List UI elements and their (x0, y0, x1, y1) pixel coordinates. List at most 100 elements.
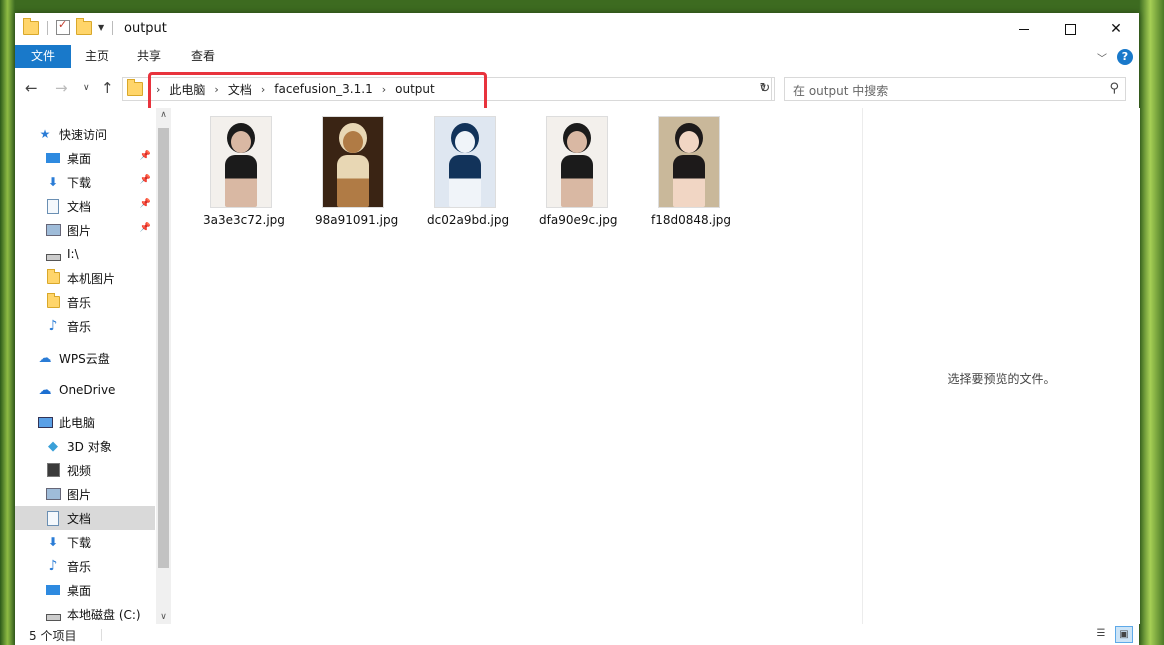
nav-scrollbar[interactable]: ∧ ∨ (156, 108, 171, 624)
nav-local-disk-c[interactable]: 本地磁盘 (C:) (45, 602, 155, 626)
file-name: f18d0848.jpg (651, 213, 732, 227)
nav-downloads-pinned[interactable]: ⬇ 下载 📌 (45, 170, 155, 194)
image-thumbnail (434, 116, 496, 208)
nav-desktop[interactable]: 桌面 (45, 578, 155, 602)
nav-onedrive[interactable]: ☁ OneDrive (37, 378, 155, 402)
title-bar: ▼ output ✕ (15, 13, 1139, 45)
file-item[interactable]: dc02a9bd.jpg (427, 116, 510, 227)
pin-icon: 📌 (139, 151, 151, 161)
customize-toolbar-dropdown-icon[interactable]: ▼ (98, 23, 104, 32)
preview-pane: 选择要预览的文件。 (862, 108, 1140, 624)
quick-access-toolbar: ▼ (23, 17, 115, 35)
file-name: 98a91091.jpg (315, 213, 399, 227)
close-button[interactable]: ✕ (1093, 13, 1139, 45)
video-icon (45, 462, 61, 478)
help-icon[interactable]: ? (1117, 49, 1133, 65)
file-name: dfa90e9c.jpg (539, 213, 618, 227)
image-thumbnail (658, 116, 720, 208)
file-list: 3a3e3c72.jpg 98a91091.jpg dc02a9bd.jpg d… (171, 108, 861, 624)
refresh-button[interactable]: ↻ (756, 77, 775, 101)
desktop-icon (45, 582, 61, 598)
nav-documents-pinned[interactable]: 文档 📌 (45, 194, 155, 218)
nav-3d-objects[interactable]: ◆ 3D 对象 (45, 434, 155, 458)
window-title: output (124, 21, 167, 36)
tab-view[interactable]: 查看 (177, 45, 229, 68)
search-input[interactable]: 在 output 中搜索 ⚲ (784, 77, 1126, 101)
refresh-icon: ↻ (759, 81, 771, 96)
nav-wps-cloud[interactable]: ☁ WPS云盘 (37, 346, 155, 370)
document-icon (45, 198, 61, 214)
details-view-button[interactable]: ☰ (1093, 626, 1109, 641)
expand-ribbon-chevron-icon[interactable]: ﹀ (1097, 50, 1107, 65)
tab-file[interactable]: 文件 (15, 45, 71, 68)
thumbnail-figure-head (567, 131, 587, 153)
nav-this-pc[interactable]: 此电脑 (37, 410, 155, 434)
recent-locations-dropdown[interactable]: ∨ (83, 83, 90, 93)
scroll-down-icon[interactable]: ∨ (156, 612, 171, 622)
file-name: dc02a9bd.jpg (427, 213, 510, 227)
file-item[interactable]: 98a91091.jpg (315, 116, 399, 227)
maximize-icon (1064, 23, 1076, 35)
thumbnail-figure-head (343, 131, 363, 153)
window-controls: ✕ (1001, 13, 1139, 45)
nav-local-pictures[interactable]: 本机图片 (45, 266, 155, 290)
file-item[interactable]: 3a3e3c72.jpg (203, 116, 285, 227)
large-icons-view-button[interactable]: ▣ (1115, 626, 1133, 643)
tab-share[interactable]: 共享 (123, 45, 175, 68)
nav-videos[interactable]: 视频 (45, 458, 155, 482)
image-thumbnail (546, 116, 608, 208)
back-button[interactable]: ← (25, 79, 38, 97)
local-disk-icon (45, 606, 61, 622)
music-icon: ♪ (48, 558, 58, 574)
file-item[interactable]: f18d0848.jpg (651, 116, 732, 227)
nav-music-folder[interactable]: 音乐 (45, 290, 155, 314)
nav-pictures[interactable]: 图片 (45, 482, 155, 506)
onedrive-icon: ☁ (38, 382, 52, 398)
maximize-button[interactable] (1047, 13, 1093, 45)
computer-icon (37, 414, 53, 430)
nav-music-library[interactable]: ♪ 音乐 (45, 554, 155, 578)
item-count: 5 个项目 (29, 629, 77, 643)
music-icon: ♪ (48, 318, 58, 334)
image-thumbnail (322, 116, 384, 208)
download-icon: ⬇ (47, 175, 59, 189)
nav-downloads[interactable]: ⬇ 下载 (45, 530, 155, 554)
file-name: 3a3e3c72.jpg (203, 213, 285, 227)
star-icon: ★ (39, 127, 51, 141)
new-folder-icon[interactable] (76, 17, 92, 35)
file-item[interactable]: dfa90e9c.jpg (539, 116, 618, 227)
tab-home[interactable]: 主页 (71, 45, 123, 68)
cloud-icon: ☁ (38, 350, 52, 366)
up-button[interactable]: ↑ (101, 79, 114, 97)
thumbnail-figure-head (231, 131, 251, 153)
thumbnail-figure-body (561, 155, 593, 207)
nav-music[interactable]: ♪ 音乐 (45, 314, 155, 338)
nav-pictures-pinned[interactable]: 图片 📌 (45, 218, 155, 242)
download-icon: ⬇ (47, 535, 59, 549)
address-row: ← → ∨ ↑ › 此电脑 › 文档 › facefusion_3.1.1 › … (15, 68, 1139, 117)
properties-icon[interactable] (56, 18, 70, 35)
scroll-up-icon[interactable]: ∧ (156, 110, 171, 120)
forward-button[interactable]: → (55, 79, 68, 97)
search-placeholder: 在 output 中搜索 (793, 84, 889, 98)
thumbnail-figure-head (455, 131, 475, 153)
search-icon[interactable]: ⚲ (1109, 81, 1119, 96)
nav-drive-i[interactable]: I:\ (45, 242, 155, 266)
ribbon-right-controls: ﹀ ? (1097, 49, 1133, 65)
scroll-thumb[interactable] (158, 128, 169, 568)
preview-message: 选择要预览的文件。 (947, 372, 1056, 386)
3d-objects-icon: ◆ (48, 438, 58, 454)
drive-icon (45, 246, 61, 262)
thumbnail-figure-body (449, 155, 481, 207)
thumbnail-figure-body (673, 155, 705, 207)
folder-icon (45, 293, 61, 310)
minimize-button[interactable] (1001, 13, 1047, 45)
nav-desktop-pinned[interactable]: 桌面 📌 (45, 146, 155, 170)
nav-documents[interactable]: 文档 (15, 506, 155, 530)
toolbar-separator (112, 20, 114, 35)
thumbnail-figure-head (679, 131, 699, 153)
status-bar: 5 个项目 ☰ ▣ (15, 624, 1139, 645)
thumbnail-figure-body (337, 155, 369, 207)
status-separator (101, 629, 102, 641)
picture-icon (45, 486, 61, 502)
